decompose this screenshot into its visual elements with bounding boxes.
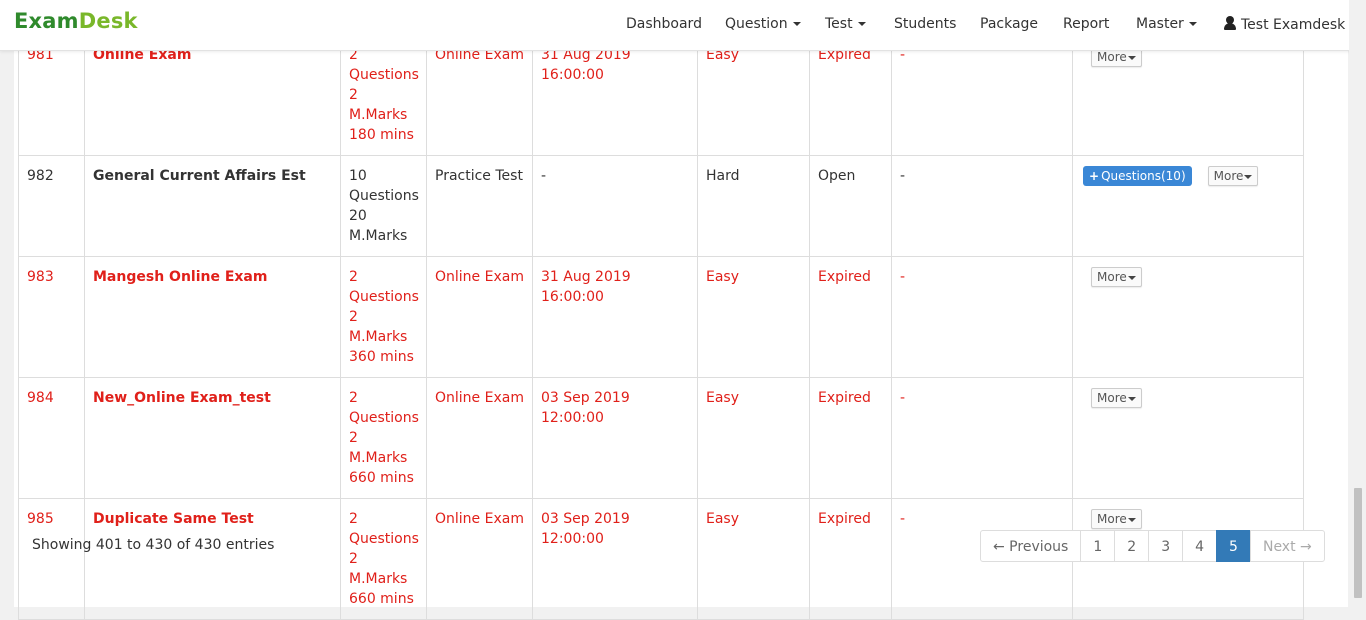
test-extra: - bbox=[891, 155, 1073, 257]
test-type: Online Exam bbox=[426, 377, 533, 499]
page-scrollbar[interactable] bbox=[1349, 0, 1366, 613]
test-date: 31 Aug 2019 16:00:00 bbox=[532, 36, 698, 156]
pagination: ← Previous 1 2 3 4 5 Next → bbox=[980, 530, 1325, 562]
test-title[interactable]: Online Exam bbox=[84, 36, 341, 156]
test-extra: - bbox=[891, 377, 1073, 499]
test-level: Hard bbox=[697, 155, 810, 257]
test-type: Practice Test bbox=[426, 155, 533, 257]
more-button[interactable]: More bbox=[1091, 388, 1142, 408]
more-button[interactable]: More bbox=[1091, 509, 1142, 529]
caret-down-icon bbox=[857, 22, 866, 26]
test-status: Open bbox=[809, 155, 892, 257]
test-level: Easy bbox=[697, 498, 810, 620]
nav-report[interactable]: Report bbox=[1063, 16, 1109, 32]
test-status: Expired bbox=[809, 36, 892, 156]
add-questions-button[interactable]: + Questions(10) bbox=[1083, 166, 1192, 186]
test-actions: More bbox=[1072, 36, 1304, 156]
caret-down-icon bbox=[1127, 55, 1136, 60]
nav-user-menu[interactable]: Test Examdesk bbox=[1223, 16, 1359, 33]
test-status: Expired bbox=[809, 377, 892, 499]
test-actions: + Questions(10) More bbox=[1072, 155, 1304, 257]
page-5-button[interactable]: 5 bbox=[1216, 530, 1251, 562]
test-title[interactable]: General Current Affairs Est bbox=[84, 155, 341, 257]
nav-students[interactable]: Students bbox=[894, 16, 956, 32]
test-questions: 2 Questions 2 M.Marks 660 mins bbox=[340, 377, 427, 499]
test-level: Easy bbox=[697, 256, 810, 378]
test-title[interactable]: Mangesh Online Exam bbox=[84, 256, 341, 378]
page-3-button[interactable]: 3 bbox=[1148, 530, 1184, 562]
table-row: 982 General Current Affairs Est 10 Questi… bbox=[18, 155, 1304, 257]
test-date: - bbox=[532, 155, 698, 257]
examdesk-logo[interactable]: ExamDesk bbox=[14, 9, 138, 33]
test-date: 03 Sep 2019 12:00:00 bbox=[532, 377, 698, 499]
test-status: Expired bbox=[809, 498, 892, 620]
test-level: Easy bbox=[697, 36, 810, 156]
plus-icon: + bbox=[1089, 169, 1100, 183]
test-level: Easy bbox=[697, 377, 810, 499]
caret-down-icon bbox=[1127, 275, 1136, 280]
caret-down-icon bbox=[1127, 517, 1136, 522]
test-type: Online Exam bbox=[426, 498, 533, 620]
page-1-button[interactable]: 1 bbox=[1080, 530, 1116, 562]
top-navbar: ExamDesk Dashboard Question Test Student… bbox=[0, 0, 1366, 51]
table-row: 983 Mangesh Online Exam 2 Questions 2 M.Ma… bbox=[18, 256, 1304, 378]
more-button[interactable]: More bbox=[1207, 166, 1259, 186]
test-title[interactable]: Duplicate Same Test bbox=[84, 498, 341, 620]
test-type: Online Exam bbox=[426, 256, 533, 378]
table-info: Showing 401 to 430 of 430 entries bbox=[32, 537, 275, 553]
test-extra: - bbox=[891, 256, 1073, 378]
nav-package[interactable]: Package bbox=[980, 16, 1038, 32]
caret-down-icon bbox=[792, 22, 801, 26]
test-questions: 2 Questions 2 M.Marks 360 mins bbox=[340, 256, 427, 378]
test-questions: 2 Questions 2 M.Marks 660 mins bbox=[340, 498, 427, 620]
test-extra: - bbox=[891, 36, 1073, 156]
scrollbar-thumb[interactable] bbox=[1354, 488, 1362, 598]
page-2-button[interactable]: 2 bbox=[1114, 530, 1150, 562]
test-type: Online Exam bbox=[426, 36, 533, 156]
test-actions: More bbox=[1072, 256, 1304, 378]
nav-test[interactable]: Test bbox=[825, 16, 866, 32]
table-row: 984 New_Online Exam_test 2 Questions 2 M.M… bbox=[18, 377, 1304, 499]
test-date: 03 Sep 2019 12:00:00 bbox=[532, 498, 698, 620]
test-status: Expired bbox=[809, 256, 892, 378]
test-questions: 2 Questions 2 M.Marks 180 mins bbox=[340, 36, 427, 156]
test-questions: 10 Questions 20 M.Marks bbox=[340, 155, 427, 257]
test-id: 982 bbox=[18, 155, 85, 257]
table-row: 981 Online Exam 2 Questions 2 M.Marks 180 m… bbox=[18, 36, 1304, 156]
more-button[interactable]: More bbox=[1091, 267, 1142, 287]
nav-master[interactable]: Master bbox=[1136, 16, 1197, 32]
nav-question[interactable]: Question bbox=[725, 16, 801, 32]
page-4-button[interactable]: 4 bbox=[1182, 530, 1218, 562]
test-title[interactable]: New_Online Exam_test bbox=[84, 377, 341, 499]
previous-page-button[interactable]: ← Previous bbox=[980, 530, 1082, 562]
test-id: 981 bbox=[18, 36, 85, 156]
caret-down-icon bbox=[1188, 22, 1197, 26]
next-page-button[interactable]: Next → bbox=[1249, 530, 1325, 562]
caret-down-icon bbox=[1244, 174, 1253, 179]
test-date: 31 Aug 2019 16:00:00 bbox=[532, 256, 698, 378]
test-id: 984 bbox=[18, 377, 85, 499]
nav-dashboard[interactable]: Dashboard bbox=[626, 16, 702, 32]
user-icon bbox=[1223, 16, 1237, 30]
test-id: 985 bbox=[18, 498, 85, 620]
caret-down-icon bbox=[1127, 396, 1136, 401]
test-actions: More bbox=[1072, 377, 1304, 499]
test-id: 983 bbox=[18, 256, 85, 378]
